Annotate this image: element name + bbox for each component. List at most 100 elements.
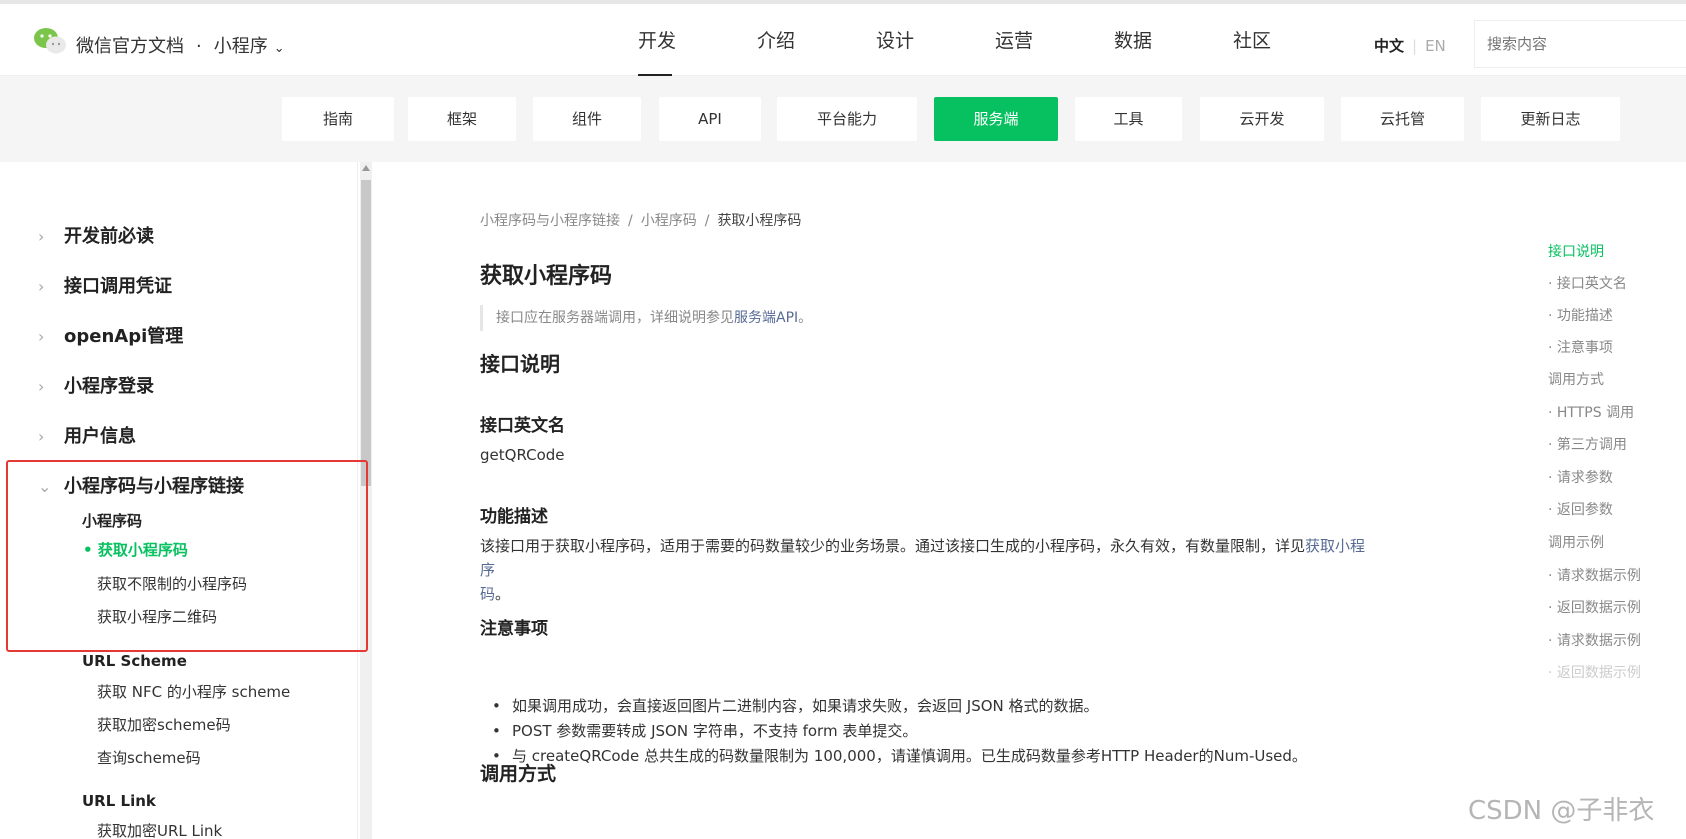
sidebar-item-qrcode-link[interactable]: ⌄ 小程序码与小程序链接 [38,472,244,498]
breadcrumb-separator: / [628,213,633,229]
breadcrumb: 小程序码与小程序链接 / 小程序码 / 获取小程序码 [480,210,801,230]
category-tools[interactable]: 工具 [1075,97,1182,141]
top-nav-item-develop[interactable]: 开发 [638,4,757,77]
sidebar-leaf-nfc-scheme[interactable]: 获取 NFC 的小程序 scheme [97,681,290,702]
notice-text: 接口应在服务器端调用，详细说明参见 [496,310,734,326]
func-description: 该接口用于获取小程序码，适用于需要的码数量较少的业务场景。通过该接口生成的小程序… [480,534,1380,606]
notes-list: 如果调用成功，会直接返回图片二进制内容，如果请求失败，会返回 JSON 格式的数… [480,694,1480,769]
sidebar-item-credential[interactable]: › 接口调用凭证 [38,272,172,298]
toc-item[interactable]: · HTTPS 调用 [1548,402,1634,422]
sidebar-item-label: 用户信息 [64,426,136,447]
product-selector[interactable]: 小程序 [214,36,268,57]
sidebar-leaf-get-qrcode[interactable]: • 获取小程序码 [83,539,188,560]
chevron-right-icon: › [38,277,45,296]
top-nav-item-intro[interactable]: 介绍 [757,4,876,76]
toc-item[interactable]: · 请求数据示例 [1548,630,1641,650]
sidebar-leaf-generate-scheme[interactable]: 获取加密scheme码 [97,714,231,735]
top-nav-item-data[interactable]: 数据 [1114,4,1233,76]
category-guide[interactable]: 指南 [282,97,394,141]
sidebar-group-url-link[interactable]: URL Link [82,792,156,810]
toc-item[interactable]: · 接口英文名 [1548,273,1627,293]
toc-item[interactable]: · 返回数据示例 [1548,597,1641,617]
sidebar-leaf-query-scheme[interactable]: 查询scheme码 [97,747,201,768]
api-en-name: getQRCode [480,446,565,464]
sidebar-item-before-dev[interactable]: › 开发前必读 [38,222,154,248]
get-qrcode-link-cont[interactable]: 码 [480,585,495,603]
category-component[interactable]: 组件 [533,97,641,141]
toc-item[interactable]: · 请求参数 [1548,467,1613,487]
toc-item[interactable]: 调用方式 [1548,369,1604,389]
breadcrumb-current: 获取小程序码 [717,213,802,229]
section-heading-desc: 接口说明 [480,352,560,376]
list-item: 与 createQRCode 总共生成的码数量限制为 100,000，请谨慎调用… [480,744,1480,769]
sidebar-scrollbar[interactable] [360,162,372,839]
top-nav-item-community[interactable]: 社区 [1233,4,1352,76]
main-content: 小程序码与小程序链接 / 小程序码 / 获取小程序码 获取小程序码 接口应在服务器端调用… [372,162,1522,839]
chevron-right-icon: › [38,427,45,446]
section-heading-notes: 注意事项 [480,619,548,639]
category-bar: 指南 框架 组件 API 平台能力 服务端 工具 云开发 云托管 更新日志 [0,76,1686,162]
lang-en[interactable]: EN [1425,37,1446,55]
toc-item[interactable]: · 返回数据示例 [1548,662,1641,682]
scrollbar-thumb[interactable] [361,180,371,486]
breadcrumb-item[interactable]: 小程序码 [641,213,697,229]
search-input[interactable] [1474,20,1686,68]
sidebar-item-label: 开发前必读 [64,226,154,247]
category-platform[interactable]: 平台能力 [777,97,917,141]
sidebar: › 开发前必读 › 接口调用凭证 › openApi管理 › 小程序登录 › 用户信息 ⌄… [0,162,358,839]
section-heading-func: 功能描述 [480,507,548,527]
chevron-down-icon[interactable]: ⌄ [274,41,285,56]
chevron-right-icon: › [38,227,45,246]
section-heading-call: 调用方式 [480,763,557,785]
sidebar-leaf-label: 获取小程序码 [97,541,188,559]
category-changelog[interactable]: 更新日志 [1481,97,1620,141]
category-cloud-dev[interactable]: 云开发 [1200,97,1324,141]
toc-item[interactable]: · 返回参数 [1548,499,1613,519]
sidebar-item-label: openApi管理 [64,326,184,347]
toc-item[interactable]: · 注意事项 [1548,337,1613,357]
top-header: 微信官方文档 · 小程序 ⌄ 开发 介绍 设计 运营 数据 社区 中文 | EN [0,0,1686,77]
toc-item[interactable]: · 请求数据示例 [1548,565,1641,585]
notice-end: 。 [798,310,813,326]
sidebar-leaf-generate-urllink[interactable]: 获取加密URL Link [97,820,222,839]
sidebar-leaf-get-unlimited[interactable]: 获取不限制的小程序码 [97,573,247,594]
sidebar-item-userinfo[interactable]: › 用户信息 [38,422,136,448]
table-of-contents: 接口说明 · 接口英文名 · 功能描述 · 注意事项 调用方式 · HTTPS … [1548,162,1686,839]
chevron-down-icon: ⌄ [38,477,52,496]
chevron-right-icon: › [38,377,45,396]
lang-zh[interactable]: 中文 [1374,37,1404,55]
toc-item[interactable]: 接口说明 [1548,241,1604,261]
category-server[interactable]: 服务端 [934,97,1058,141]
scroll-up-icon[interactable] [362,165,370,171]
sidebar-item-label: 小程序登录 [64,376,154,397]
category-api[interactable]: API [659,97,761,141]
toc-item[interactable]: · 功能描述 [1548,305,1613,325]
sidebar-group-qrcode[interactable]: 小程序码 [82,510,142,531]
func-end: 。 [495,585,511,603]
sidebar-item-login[interactable]: › 小程序登录 [38,372,154,398]
top-nav: 开发 介绍 设计 运营 数据 社区 [638,4,1352,77]
breadcrumb-separator: / [704,213,710,229]
sidebar-item-label: 接口调用凭证 [64,276,172,297]
sidebar-leaf-get-qr-2d[interactable]: 获取小程序二维码 [97,606,217,627]
chevron-right-icon: › [38,327,45,346]
watermark: CSDN @子非衣 [1468,796,1655,826]
sidebar-group-url-scheme[interactable]: URL Scheme [82,652,187,670]
category-cloud-hosting[interactable]: 云托管 [1341,97,1464,141]
server-api-link[interactable]: 服务端API [734,310,798,326]
list-item: POST 参数需要转成 JSON 字符串，不支持 form 表单提交。 [480,719,1480,744]
section-heading-en-name: 接口英文名 [480,416,565,436]
notice-quote: 接口应在服务器端调用，详细说明参见服务端API。 [480,305,812,331]
category-framework[interactable]: 框架 [408,97,516,141]
page-title: 获取小程序码 [480,264,613,289]
brand[interactable]: 微信官方文档 · 小程序 ⌄ [76,32,285,58]
top-nav-item-design[interactable]: 设计 [876,4,995,76]
wechat-logo-icon[interactable] [32,26,68,56]
toc-item[interactable]: · 第三方调用 [1548,434,1627,454]
top-nav-item-operation[interactable]: 运营 [995,4,1114,76]
toc-item[interactable]: 调用示例 [1548,532,1604,552]
breadcrumb-item[interactable]: 小程序码与小程序链接 [480,213,620,229]
sidebar-item-openapi[interactable]: › openApi管理 [38,322,183,348]
brand-separator: · [196,36,202,57]
brand-title[interactable]: 微信官方文档 [76,36,184,57]
